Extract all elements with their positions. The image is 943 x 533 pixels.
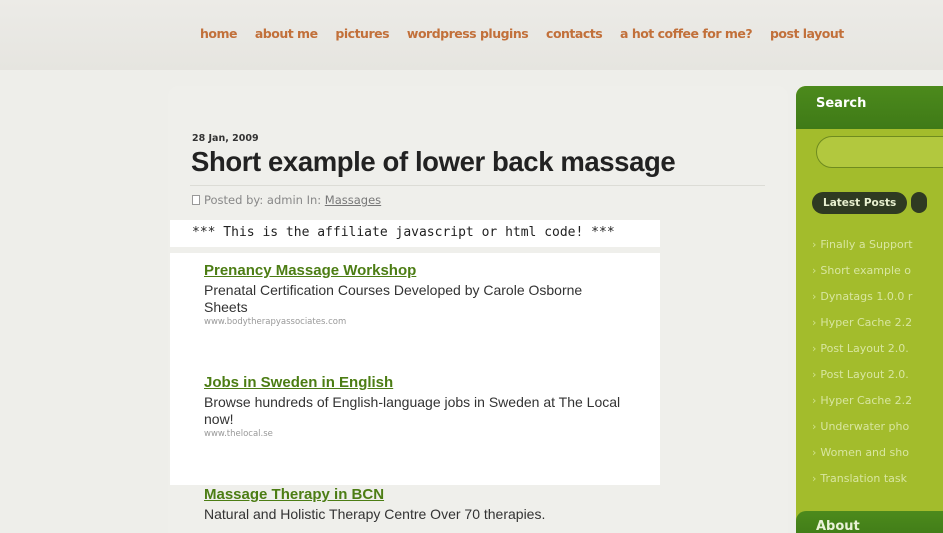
bullet-icon: › [812, 238, 817, 251]
post-meta: Posted by: admin In: Massages [192, 193, 381, 207]
search-input[interactable] [816, 136, 943, 168]
ad-item: Massage Therapy in BCN Natural and Holis… [204, 486, 624, 523]
list-item[interactable]: › Short example o [812, 258, 913, 284]
list-item[interactable]: › Finally a Support [812, 232, 913, 258]
search-heading: Search [816, 96, 867, 111]
list-item[interactable]: › Underwater pho [812, 414, 913, 440]
ad-title-link[interactable]: Prenancy Massage Workshop [204, 262, 624, 279]
bullet-icon: › [812, 290, 817, 303]
ad-title-link[interactable]: Massage Therapy in BCN [204, 486, 624, 503]
bullet-icon: › [812, 342, 817, 355]
ad-box: Prenancy Massage Workshop Prenatal Certi… [170, 253, 660, 485]
ad-description: Natural and Holistic Therapy Centre Over… [204, 506, 546, 522]
ad-description: Browse hundreds of English-language jobs… [204, 394, 621, 427]
latest-posts-list: › Finally a Support › Short example o › Dyn… [812, 232, 913, 492]
search-heading-bar: Search [796, 86, 943, 129]
list-item[interactable]: › Hyper Cache 2.2 [812, 310, 913, 336]
sidebar: Search Latest Posts › Finally a Support ›… [796, 86, 943, 533]
nav-pictures[interactable]: pictures [335, 26, 389, 41]
tab-latest-posts[interactable]: Latest Posts [812, 192, 908, 214]
bullet-icon: › [812, 446, 817, 459]
post-title[interactable]: Short example of lower back massage [191, 146, 791, 178]
ad-item: Prenancy Massage Workshop Prenatal Certi… [204, 262, 624, 327]
list-item[interactable]: › Hyper Cache 2.2 [812, 388, 913, 414]
nav-hot-coffee[interactable]: a hot coffee for me? [620, 26, 753, 41]
list-item[interactable]: › Post Layout 2.0. [812, 362, 913, 388]
bullet-icon: › [812, 472, 817, 485]
bullet-icon: › [812, 420, 817, 433]
nav-about-me[interactable]: about me [255, 26, 318, 41]
list-item[interactable]: › Women and sho [812, 440, 913, 466]
ad-url[interactable]: www.bodytherapyassociates.com [204, 317, 624, 327]
nav-post-layout[interactable]: post layout [770, 26, 844, 41]
bullet-icon: › [812, 368, 817, 381]
posted-by-text: Posted by: admin In: [204, 193, 325, 207]
list-item[interactable]: › Post Layout 2.0. [812, 336, 913, 362]
list-item[interactable]: › Translation task [812, 466, 913, 492]
about-heading: About [816, 519, 860, 533]
document-icon [192, 195, 200, 205]
ad-url[interactable]: www.thelocal.se [204, 429, 624, 439]
nav-contacts[interactable]: contacts [546, 26, 603, 41]
tab-next[interactable] [911, 192, 928, 213]
post-date: 28 Jan, 2009 [192, 133, 259, 144]
about-heading-bar: About [796, 511, 943, 533]
category-link[interactable]: Massages [325, 193, 381, 207]
ad-title-link[interactable]: Jobs in Sweden in English [204, 374, 624, 391]
list-item[interactable]: › Dynatags 1.0.0 r [812, 284, 913, 310]
bullet-icon: › [812, 316, 817, 329]
nav-wordpress-plugins[interactable]: wordpress plugins [407, 26, 529, 41]
ad-description: Prenatal Certification Courses Developed… [204, 282, 583, 315]
nav-home[interactable]: home [200, 26, 238, 41]
title-divider [190, 185, 765, 186]
bullet-icon: › [812, 394, 817, 407]
ad-item: Jobs in Sweden in English Browse hundred… [204, 374, 624, 439]
sidebar-tabs: Latest Posts [812, 192, 931, 214]
bullet-icon: › [812, 264, 817, 277]
main-nav: home about me pictures wordpress plugins… [200, 26, 858, 41]
affiliate-code-box: *** This is the affiliate javascript or … [170, 220, 660, 247]
